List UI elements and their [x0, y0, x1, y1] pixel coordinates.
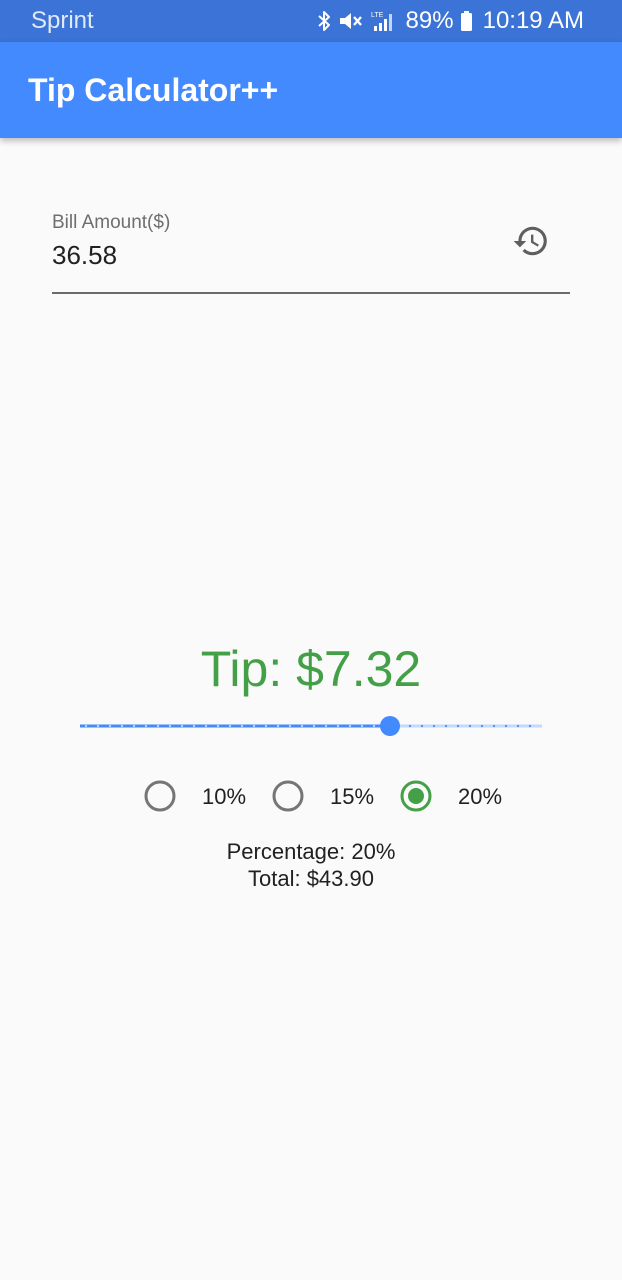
slider-tick [456, 724, 460, 728]
slider-tick [504, 724, 508, 728]
slider-tick [276, 724, 280, 728]
slider-tick [336, 724, 340, 728]
percentage-options: 10% 15% 20% [0, 776, 622, 816]
slider-tick [372, 724, 376, 728]
status-icons: LTE 89% 10:19 AM [316, 7, 584, 35]
mute-icon [338, 10, 364, 32]
slider-tick [348, 724, 352, 728]
slider-tick [360, 724, 364, 728]
slider-tick [96, 724, 100, 728]
slider-tick [480, 724, 484, 728]
clock: 10:19 AM [482, 7, 584, 34]
slider-tick [108, 724, 112, 728]
slider-tick [528, 724, 532, 728]
slider-tick [288, 724, 292, 728]
slider-tick [408, 724, 412, 728]
slider-tick [312, 724, 316, 728]
slider-tick [144, 724, 148, 728]
carrier-name: Sprint [31, 7, 94, 34]
status-bar: Sprint LTE 89% 10:19 AM [0, 0, 622, 42]
lte-signal-icon: LTE [370, 10, 394, 32]
slider-tick [132, 724, 136, 728]
slider-tick [432, 724, 436, 728]
battery-icon [460, 10, 473, 32]
slider-tick [120, 724, 124, 728]
battery-percentage: 89% [405, 7, 454, 34]
slider-tick [84, 724, 88, 728]
tip-amount: Tip: $7.32 [200, 641, 422, 697]
bill-amount-label: Bill Amount($) [52, 212, 171, 233]
radio-label-15: 15% [330, 784, 375, 809]
slider-tick [216, 724, 220, 728]
app-title: Tip Calculator++ [28, 71, 279, 108]
bill-amount-field[interactable]: Bill Amount($) 36.58 [52, 200, 570, 294]
history-icon[interactable] [512, 222, 550, 260]
bill-amount-input[interactable]: 36.58 [52, 240, 117, 271]
slider-tick [324, 724, 328, 728]
radio-label-10: 10% [202, 784, 247, 809]
percentage-text: Percentage: 20% [226, 839, 396, 864]
slider-tick [156, 724, 160, 728]
slider-tick [240, 724, 244, 728]
slider-tick [180, 724, 184, 728]
slider-tick [204, 724, 208, 728]
slider-tick [252, 724, 256, 728]
radio-10-percent[interactable] [144, 780, 176, 812]
radio-15-percent[interactable] [272, 780, 304, 812]
tip-slider[interactable] [80, 712, 542, 740]
slider-tick [468, 724, 472, 728]
radio-label-20: 20% [458, 784, 503, 809]
slider-thumb[interactable] [380, 716, 400, 736]
slider-tick [264, 724, 268, 728]
slider-tick [516, 724, 520, 728]
bluetooth-icon [316, 10, 332, 32]
radio-20-percent[interactable] [400, 780, 432, 812]
slider-tick [444, 724, 448, 728]
app-bar: Tip Calculator++ [0, 42, 622, 138]
slider-tick [420, 724, 424, 728]
summary: Percentage: 20% Total: $43.90 [0, 838, 622, 892]
slider-tick [168, 724, 172, 728]
slider-tick [300, 724, 304, 728]
slider-tick [492, 724, 496, 728]
svg-text:LTE: LTE [371, 12, 384, 19]
slider-tick [192, 724, 196, 728]
slider-tick [228, 724, 232, 728]
total-text: Total: $43.90 [248, 866, 374, 891]
